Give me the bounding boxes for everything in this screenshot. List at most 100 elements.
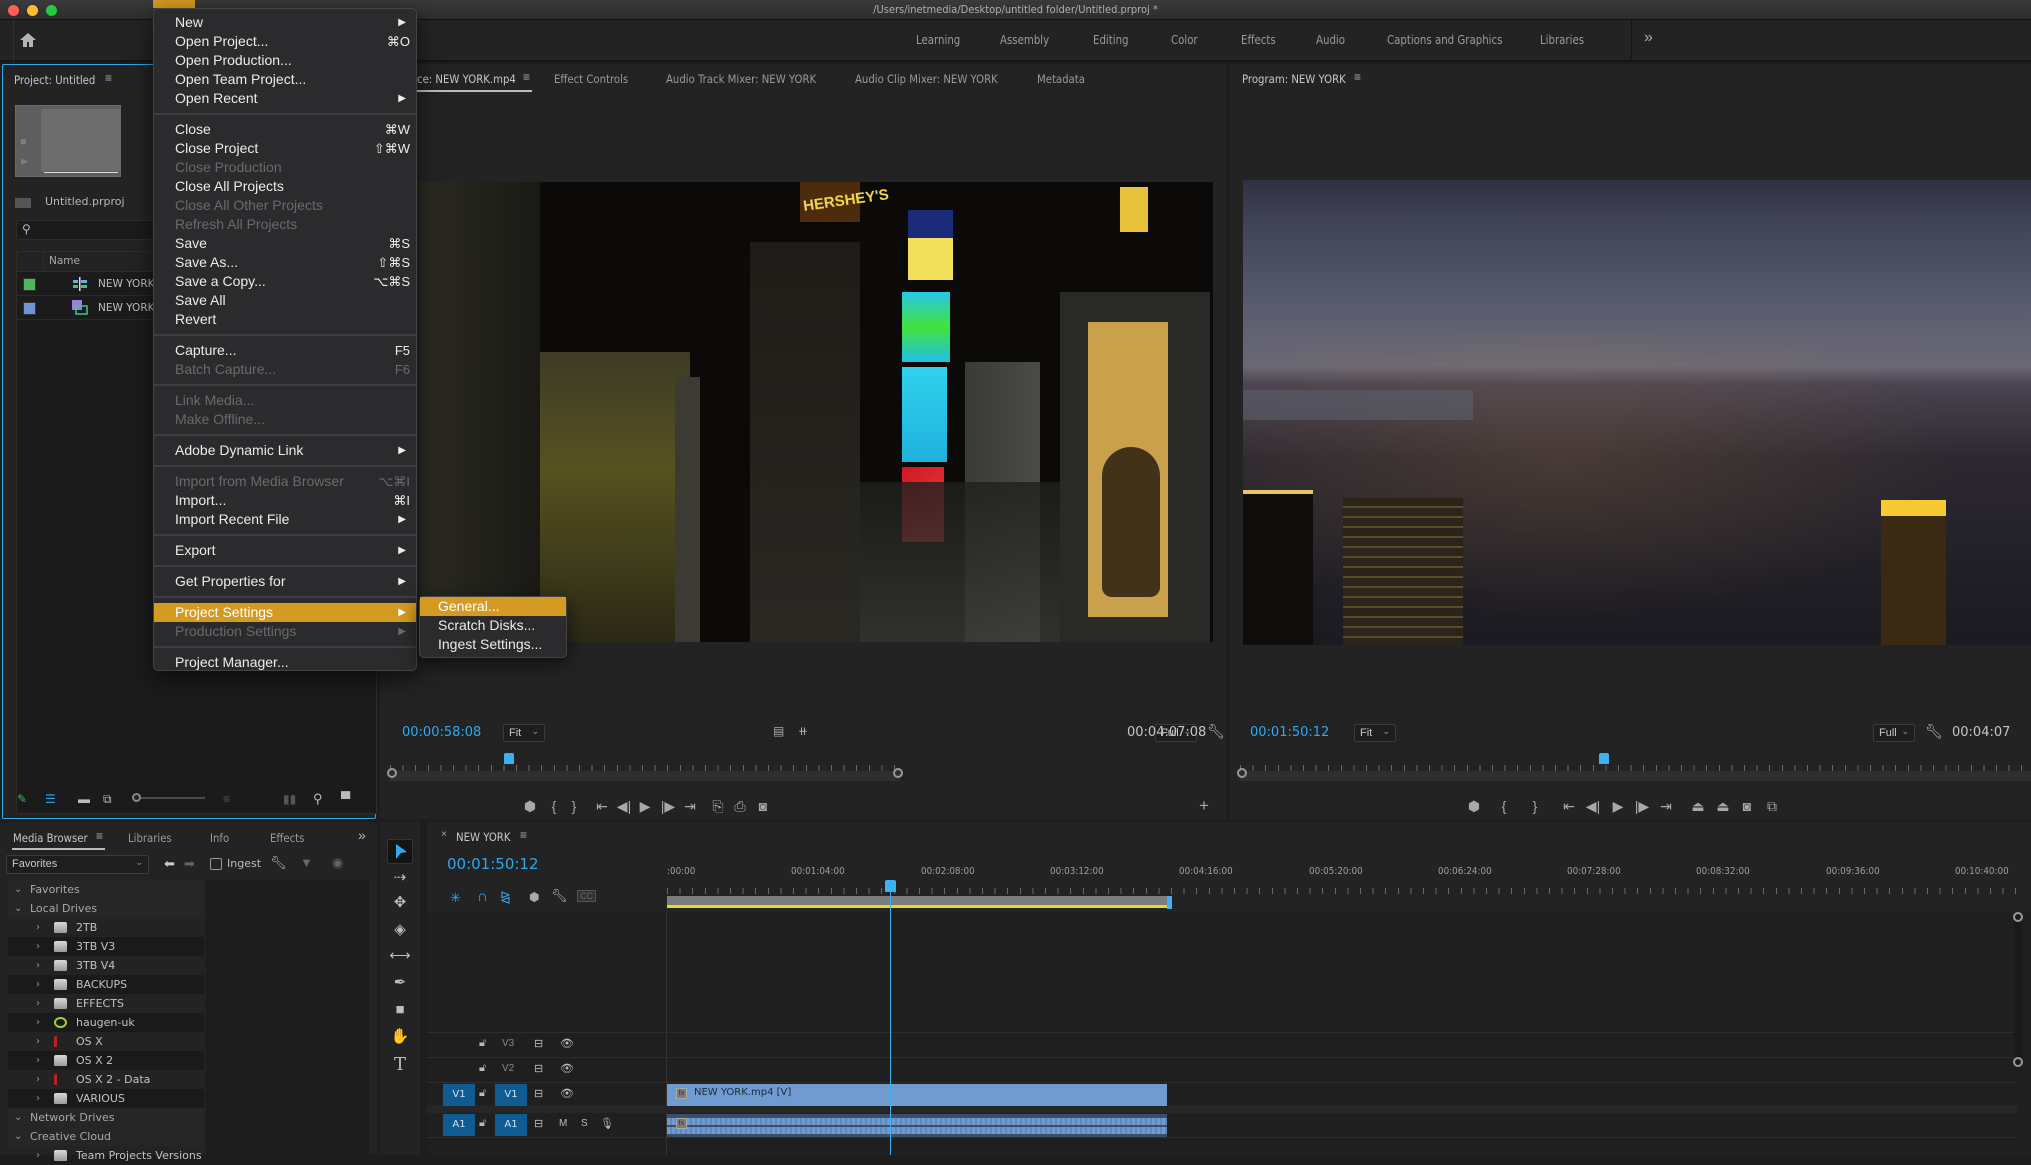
sync-lock-icon[interactable]: ⊟ (534, 1062, 543, 1075)
source-playhead-timecode[interactable]: 00:00:58:08 (402, 725, 481, 740)
add-marker-button[interactable]: ⬢ (520, 798, 540, 814)
menu-item-general[interactable]: General... (420, 597, 566, 616)
source-patch-a1[interactable]: A1 (443, 1114, 475, 1136)
workspace-tab-editing[interactable]: Editing (1093, 33, 1129, 47)
lock-icon[interactable]: 🔓︎ (479, 1117, 486, 1130)
mark-in-button[interactable]: { (1494, 798, 1514, 814)
ripple-edit-tool[interactable]: ✥ (387, 892, 413, 914)
menu-item-scratch-disks[interactable]: Scratch Disks... (420, 616, 566, 635)
source-time-ruler[interactable] (390, 757, 900, 771)
button-editor-button[interactable]: + (1194, 797, 1214, 814)
tab-effects[interactable]: Effects (270, 831, 304, 845)
timeline-settings-wrench-icon[interactable]: 🔧︎ (551, 888, 568, 904)
panel-menu-icon[interactable]: ≡ (96, 829, 103, 843)
menu-item-close-all-projects[interactable]: Close All Projects (154, 177, 416, 196)
tree-item[interactable]: › 3TB V4 (8, 956, 204, 975)
selection-tool[interactable] (387, 839, 413, 864)
track-select-forward-tool[interactable]: ⇢ (387, 867, 413, 889)
menu-item-ingest-settings[interactable]: Ingest Settings... (420, 635, 566, 654)
project-panel-title[interactable]: Project: Untitled (14, 73, 95, 87)
tab-sequence[interactable]: NEW YORK (456, 830, 510, 844)
workspace-tab-learning[interactable]: Learning (916, 33, 960, 47)
track-target-a1[interactable]: A1 (495, 1114, 527, 1136)
tree-item[interactable]: › 2TB (8, 918, 204, 937)
menu-item-capture[interactable]: Capture... F5 (154, 341, 416, 360)
find-icon[interactable]: ⚲ (313, 791, 323, 807)
scroll-handle-left[interactable] (1237, 768, 1247, 778)
tree-group[interactable]: ⌄ Creative Cloud (8, 1127, 204, 1146)
tab-audio-track-mixer[interactable]: Audio Track Mixer: NEW YORK (666, 72, 816, 86)
chevron-down-icon[interactable]: ⌄ (14, 880, 22, 899)
timeline-playhead-timecode[interactable]: 00:01:50:12 (447, 855, 539, 873)
lock-icon[interactable]: 🔓︎ (479, 1087, 486, 1100)
home-button[interactable] (18, 31, 38, 49)
source-zoom-scrollbar[interactable] (390, 771, 900, 781)
drag-video-only-icon[interactable]: ▤ (773, 724, 784, 738)
go-to-out-button[interactable]: ⇥ (1656, 798, 1676, 814)
lock-icon[interactable]: 🔓︎ (479, 1037, 486, 1050)
list-view-icon[interactable]: ☰ (45, 792, 56, 806)
tree-item[interactable]: › OS X (8, 1032, 204, 1051)
source-playhead[interactable] (503, 753, 514, 764)
menu-item-import-recent-file[interactable]: Import Recent File ▶ (154, 510, 416, 529)
chevron-right-icon[interactable]: › (36, 1089, 40, 1108)
chevron-right-icon[interactable]: › (36, 1032, 40, 1051)
work-area-end-handle[interactable] (1166, 896, 1172, 909)
track-name[interactable]: V3 (502, 1038, 514, 1049)
step-forward-button[interactable]: |▶ (1632, 798, 1652, 814)
program-playhead[interactable] (1598, 753, 1609, 764)
tree-item[interactable]: › BACKUPS (8, 975, 204, 994)
scroll-handle-right[interactable] (893, 768, 903, 778)
chevron-right-icon[interactable]: › (36, 975, 40, 994)
menu-item-export[interactable]: Export ▶ (154, 541, 416, 560)
source-patch-v1[interactable]: V1 (443, 1084, 475, 1106)
sync-lock-icon[interactable]: ⊟ (534, 1087, 543, 1100)
chevron-right-icon[interactable]: › (36, 1146, 40, 1165)
zoom-slider[interactable] (132, 793, 205, 802)
tab-audio-clip-mixer[interactable]: Audio Clip Mixer: NEW YORK (855, 72, 998, 86)
tab-media-browser[interactable]: Media Browser (13, 831, 88, 845)
program-video-frame[interactable] (1243, 180, 2031, 645)
scroll-handle-bottom[interactable] (2013, 1057, 2023, 1067)
export-frame-button[interactable]: ◙ (753, 798, 773, 814)
voiceover-record-icon[interactable]: 🎙︎ (600, 1117, 614, 1130)
step-back-button[interactable]: ◀| (614, 798, 634, 814)
slip-tool[interactable]: ⟷ (387, 945, 413, 967)
panels-overflow-button[interactable]: » (358, 827, 366, 843)
chevron-right-icon[interactable]: › (36, 1013, 40, 1032)
menu-item-get-properties-for[interactable]: Get Properties for ▶ (154, 572, 416, 591)
chevron-down-icon[interactable]: ⌄ (14, 1108, 22, 1127)
menu-item-project-manager[interactable]: Project Manager... (154, 653, 416, 672)
hand-tool[interactable]: ✋ (387, 1026, 413, 1048)
chevron-down-icon[interactable]: ⌄ (14, 1127, 22, 1146)
step-back-button[interactable]: ◀| (1583, 798, 1603, 814)
menu-item-save-as[interactable]: Save As... ⇧⌘S (154, 253, 416, 272)
insert-nest-icon[interactable]: ✳ (450, 890, 461, 906)
workspaces-overflow-button[interactable]: » (1644, 29, 1653, 47)
menu-item-open-recent[interactable]: Open Recent ▶ (154, 89, 416, 108)
type-tool[interactable]: T (387, 1054, 413, 1076)
mark-out-button[interactable]: } (1525, 798, 1545, 814)
chevron-right-icon[interactable]: › (36, 956, 40, 975)
menu-item-new[interactable]: New ▶ (154, 13, 416, 32)
lock-icon[interactable]: 🔓︎ (479, 1062, 486, 1075)
new-bin-icon[interactable]: ▀ (341, 791, 350, 806)
chevron-right-icon[interactable]: › (36, 1051, 40, 1070)
menu-item-close-project[interactable]: Close Project ⇧⌘W (154, 139, 416, 158)
ingest-settings-wrench-icon[interactable]: 🔧︎ (270, 855, 287, 871)
tab-effect-controls[interactable]: Effect Controls (554, 72, 628, 86)
workspace-tab-assembly[interactable]: Assembly (1000, 33, 1049, 47)
location-dropdown[interactable]: Favorites ⌄ (6, 855, 149, 874)
sync-lock-icon[interactable]: ⊟ (534, 1117, 543, 1130)
drag-audio-only-icon[interactable]: ⧺ (798, 724, 808, 738)
lift-button[interactable]: ⏏ (1688, 798, 1708, 814)
icon-view-icon[interactable]: ▬ (78, 792, 90, 806)
track-name[interactable]: V2 (502, 1063, 514, 1074)
freeform-view-icon[interactable]: ⧉ (103, 792, 112, 807)
program-resolution-dropdown[interactable]: Full ⌄ (1873, 724, 1915, 742)
tab-info[interactable]: Info (210, 831, 229, 845)
menu-item-save-a-copy[interactable]: Save a Copy... ⌥⌘S (154, 272, 416, 291)
view-as-icon[interactable]: ◉ (332, 855, 343, 871)
export-frame-button[interactable]: ◙ (1737, 798, 1757, 814)
program-zoom-scrollbar[interactable] (1240, 771, 2031, 781)
